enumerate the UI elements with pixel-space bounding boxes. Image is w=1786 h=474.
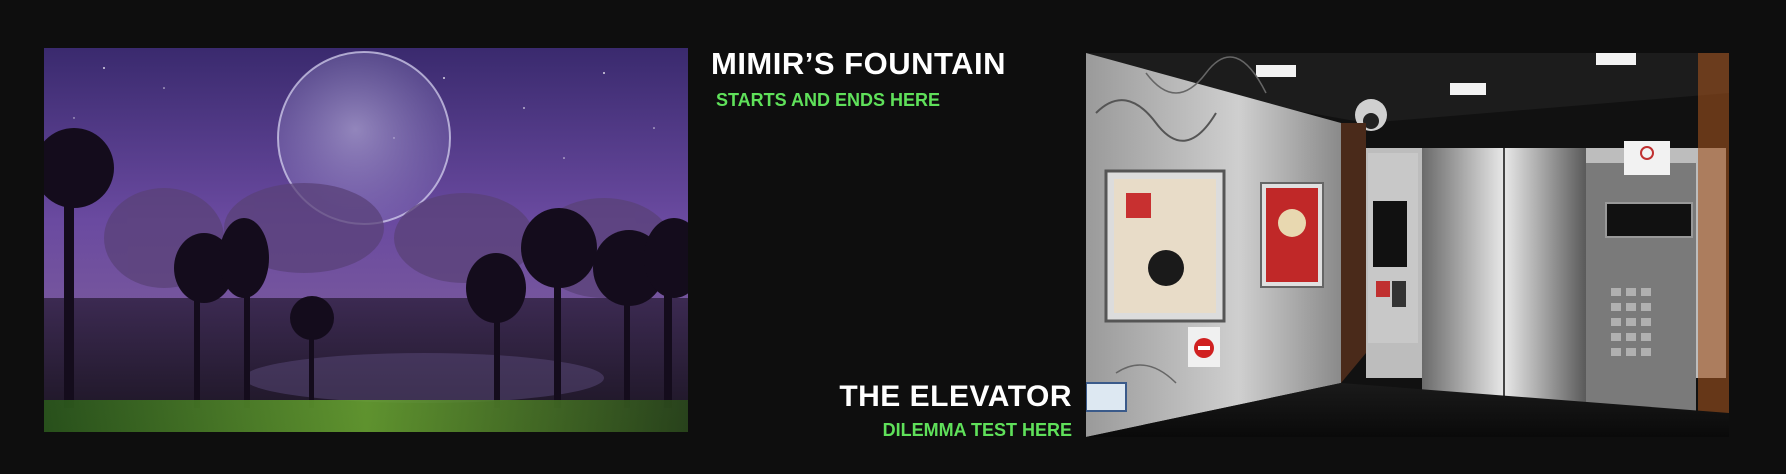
- mimirs-fountain-image[interactable]: [44, 48, 688, 432]
- elevator-image[interactable]: [1086, 53, 1729, 437]
- elevator-scene-illustration: [1086, 53, 1729, 437]
- forest-scene-illustration: [44, 48, 688, 432]
- card-title-mimirs-fountain: MIMIR’S FOUNTAIN: [711, 46, 1007, 81]
- card-title-elevator: THE ELEVATOR: [839, 380, 1072, 413]
- card-subtitle-elevator: DILEMMA TEST HERE: [882, 420, 1072, 440]
- card-subtitle-mimirs-fountain: STARTS AND ENDS HERE: [716, 90, 941, 110]
